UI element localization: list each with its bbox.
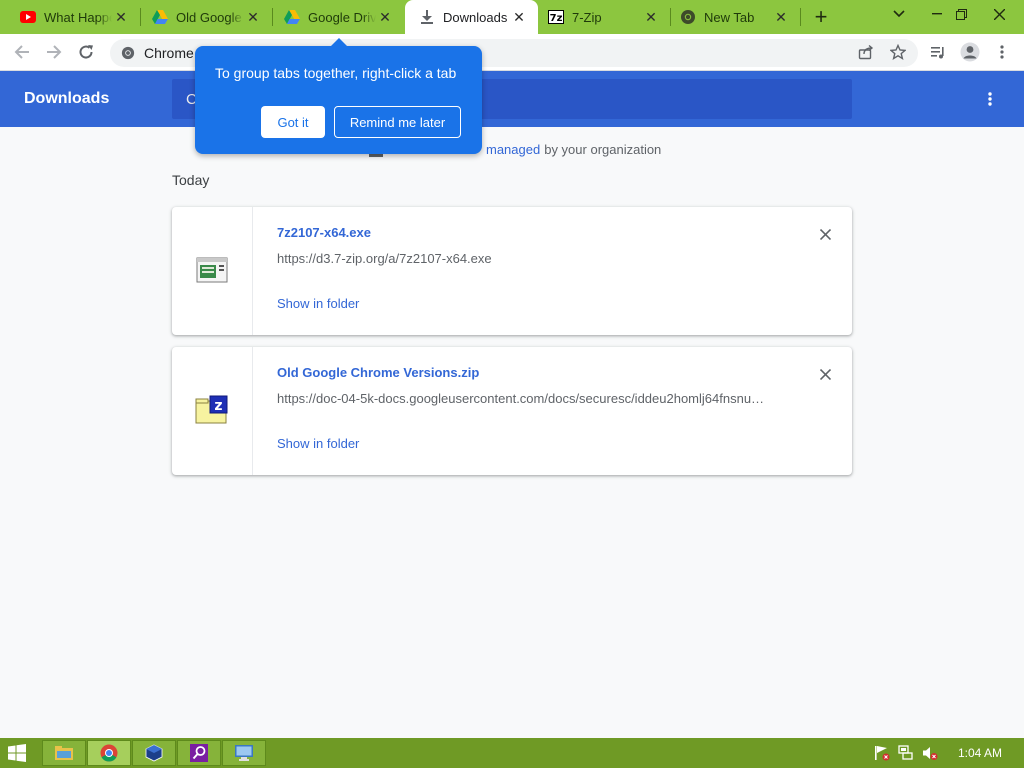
svg-text:z: z: [214, 398, 222, 414]
google-drive-icon: [284, 9, 300, 25]
toolbar: Chrome: [0, 34, 1024, 71]
clock[interactable]: 1:04 AM: [958, 746, 1002, 760]
managed-link[interactable]: managed: [486, 142, 540, 157]
reload-icon[interactable]: [72, 38, 100, 66]
search-tool-taskbar-icon[interactable]: [177, 740, 221, 766]
close-icon[interactable]: ✕: [642, 8, 660, 26]
tab-group-tip-bubble: To group tabs together, right-click a ta…: [195, 38, 482, 154]
tab-what-happens[interactable]: What Happens ✕: [0, 0, 140, 34]
chrome-icon: [680, 9, 696, 25]
tab-7zip[interactable]: 7z 7-Zip ✕: [538, 0, 670, 34]
7zip-icon: 7z: [548, 9, 564, 25]
back-icon[interactable]: [8, 38, 36, 66]
action-center-flag-icon[interactable]: [874, 745, 890, 761]
profile-avatar-icon[interactable]: [956, 38, 984, 66]
close-icon[interactable]: ✕: [244, 8, 262, 26]
volume-muted-icon[interactable]: [922, 745, 938, 761]
chrome-icon: [120, 45, 136, 61]
tab-title: Old Google Chrome: [176, 9, 244, 25]
show-in-folder-link[interactable]: Show in folder: [277, 296, 359, 311]
media-control-icon[interactable]: [924, 38, 952, 66]
bubble-arrow: [331, 38, 347, 46]
exe-file-icon: [196, 256, 228, 287]
zip-file-icon: z: [195, 395, 229, 428]
tab-title: New Tab: [704, 9, 755, 25]
managed-text: by your organization: [544, 141, 662, 157]
file-url[interactable]: https://d3.7-zip.org/a/7z2107-x64.exe: [277, 251, 777, 266]
tab-google-drive[interactable]: Google Drive ✕: [264, 0, 404, 34]
address-text: Chrome: [144, 45, 194, 61]
more-actions-icon[interactable]: [978, 87, 1002, 111]
tab-title: 7-Zip: [572, 9, 602, 25]
remove-download-close-icon[interactable]: [814, 363, 836, 385]
close-icon[interactable]: ✕: [112, 8, 130, 26]
page-title: Downloads: [24, 90, 110, 107]
download-item: 7z2107-x64.exe https://d3.7-zip.org/a/7z…: [172, 207, 852, 335]
svg-text:7z: 7z: [550, 13, 563, 24]
download-icon: [419, 9, 435, 25]
tab-title: Downloads: [443, 9, 508, 25]
tab-new-tab[interactable]: New Tab ✕: [670, 0, 800, 34]
date-heading: Today: [172, 172, 210, 188]
tab-title: Google Drive: [308, 9, 376, 25]
downloads-header: Downloads C: [0, 71, 1024, 127]
bookmark-star-icon[interactable]: [884, 38, 912, 66]
tab-title: What Happens: [44, 9, 112, 25]
file-name-link[interactable]: Old Google Chrome Versions.zip: [277, 365, 479, 380]
virtualbox-taskbar-icon[interactable]: [132, 740, 176, 766]
got-it-button[interactable]: Got it: [261, 106, 325, 138]
forward-icon[interactable]: [40, 38, 68, 66]
tab-strip: What Happens ✕ Old Google Chrome ✕ Googl…: [0, 0, 1024, 34]
close-icon[interactable]: ✕: [510, 8, 528, 26]
show-in-folder-link[interactable]: Show in folder: [277, 436, 359, 451]
file-url[interactable]: https://doc-04-5k-docs.googleusercontent…: [277, 391, 777, 406]
google-drive-icon: [152, 9, 168, 25]
taskbar: 1:04 AM: [0, 738, 1024, 768]
youtube-icon: [20, 9, 36, 25]
tab-old-google-chrome[interactable]: Old Google Chrome ✕: [132, 0, 272, 34]
tab-search-icon[interactable]: [882, 0, 916, 28]
remove-download-close-icon[interactable]: [814, 223, 836, 245]
tab-separator: [800, 8, 801, 26]
windows-start-icon[interactable]: [8, 744, 26, 762]
remote-desktop-taskbar-icon[interactable]: [222, 740, 266, 766]
file-explorer-taskbar-icon[interactable]: [42, 740, 86, 766]
file-icon-column: z: [172, 347, 253, 475]
share-icon[interactable]: [852, 38, 880, 66]
close-icon[interactable]: ✕: [772, 8, 790, 26]
file-name-link[interactable]: 7z2107-x64.exe: [277, 225, 371, 240]
bubble-text: To group tabs together, right-click a ta…: [215, 65, 457, 81]
close-window-icon[interactable]: [982, 0, 1016, 28]
chrome-taskbar-icon[interactable]: [87, 740, 131, 766]
restore-icon[interactable]: [944, 0, 978, 28]
network-icon[interactable]: [898, 745, 914, 761]
chrome-menu-icon[interactable]: [988, 38, 1016, 66]
close-icon[interactable]: ✕: [376, 8, 394, 26]
tab-downloads[interactable]: Downloads ✕: [405, 0, 538, 34]
file-icon-column: [172, 207, 253, 335]
download-item: z Old Google Chrome Versions.zip https:/…: [172, 347, 852, 475]
new-tab-button[interactable]: +: [808, 4, 834, 29]
remind-me-later-button[interactable]: Remind me later: [334, 106, 461, 138]
